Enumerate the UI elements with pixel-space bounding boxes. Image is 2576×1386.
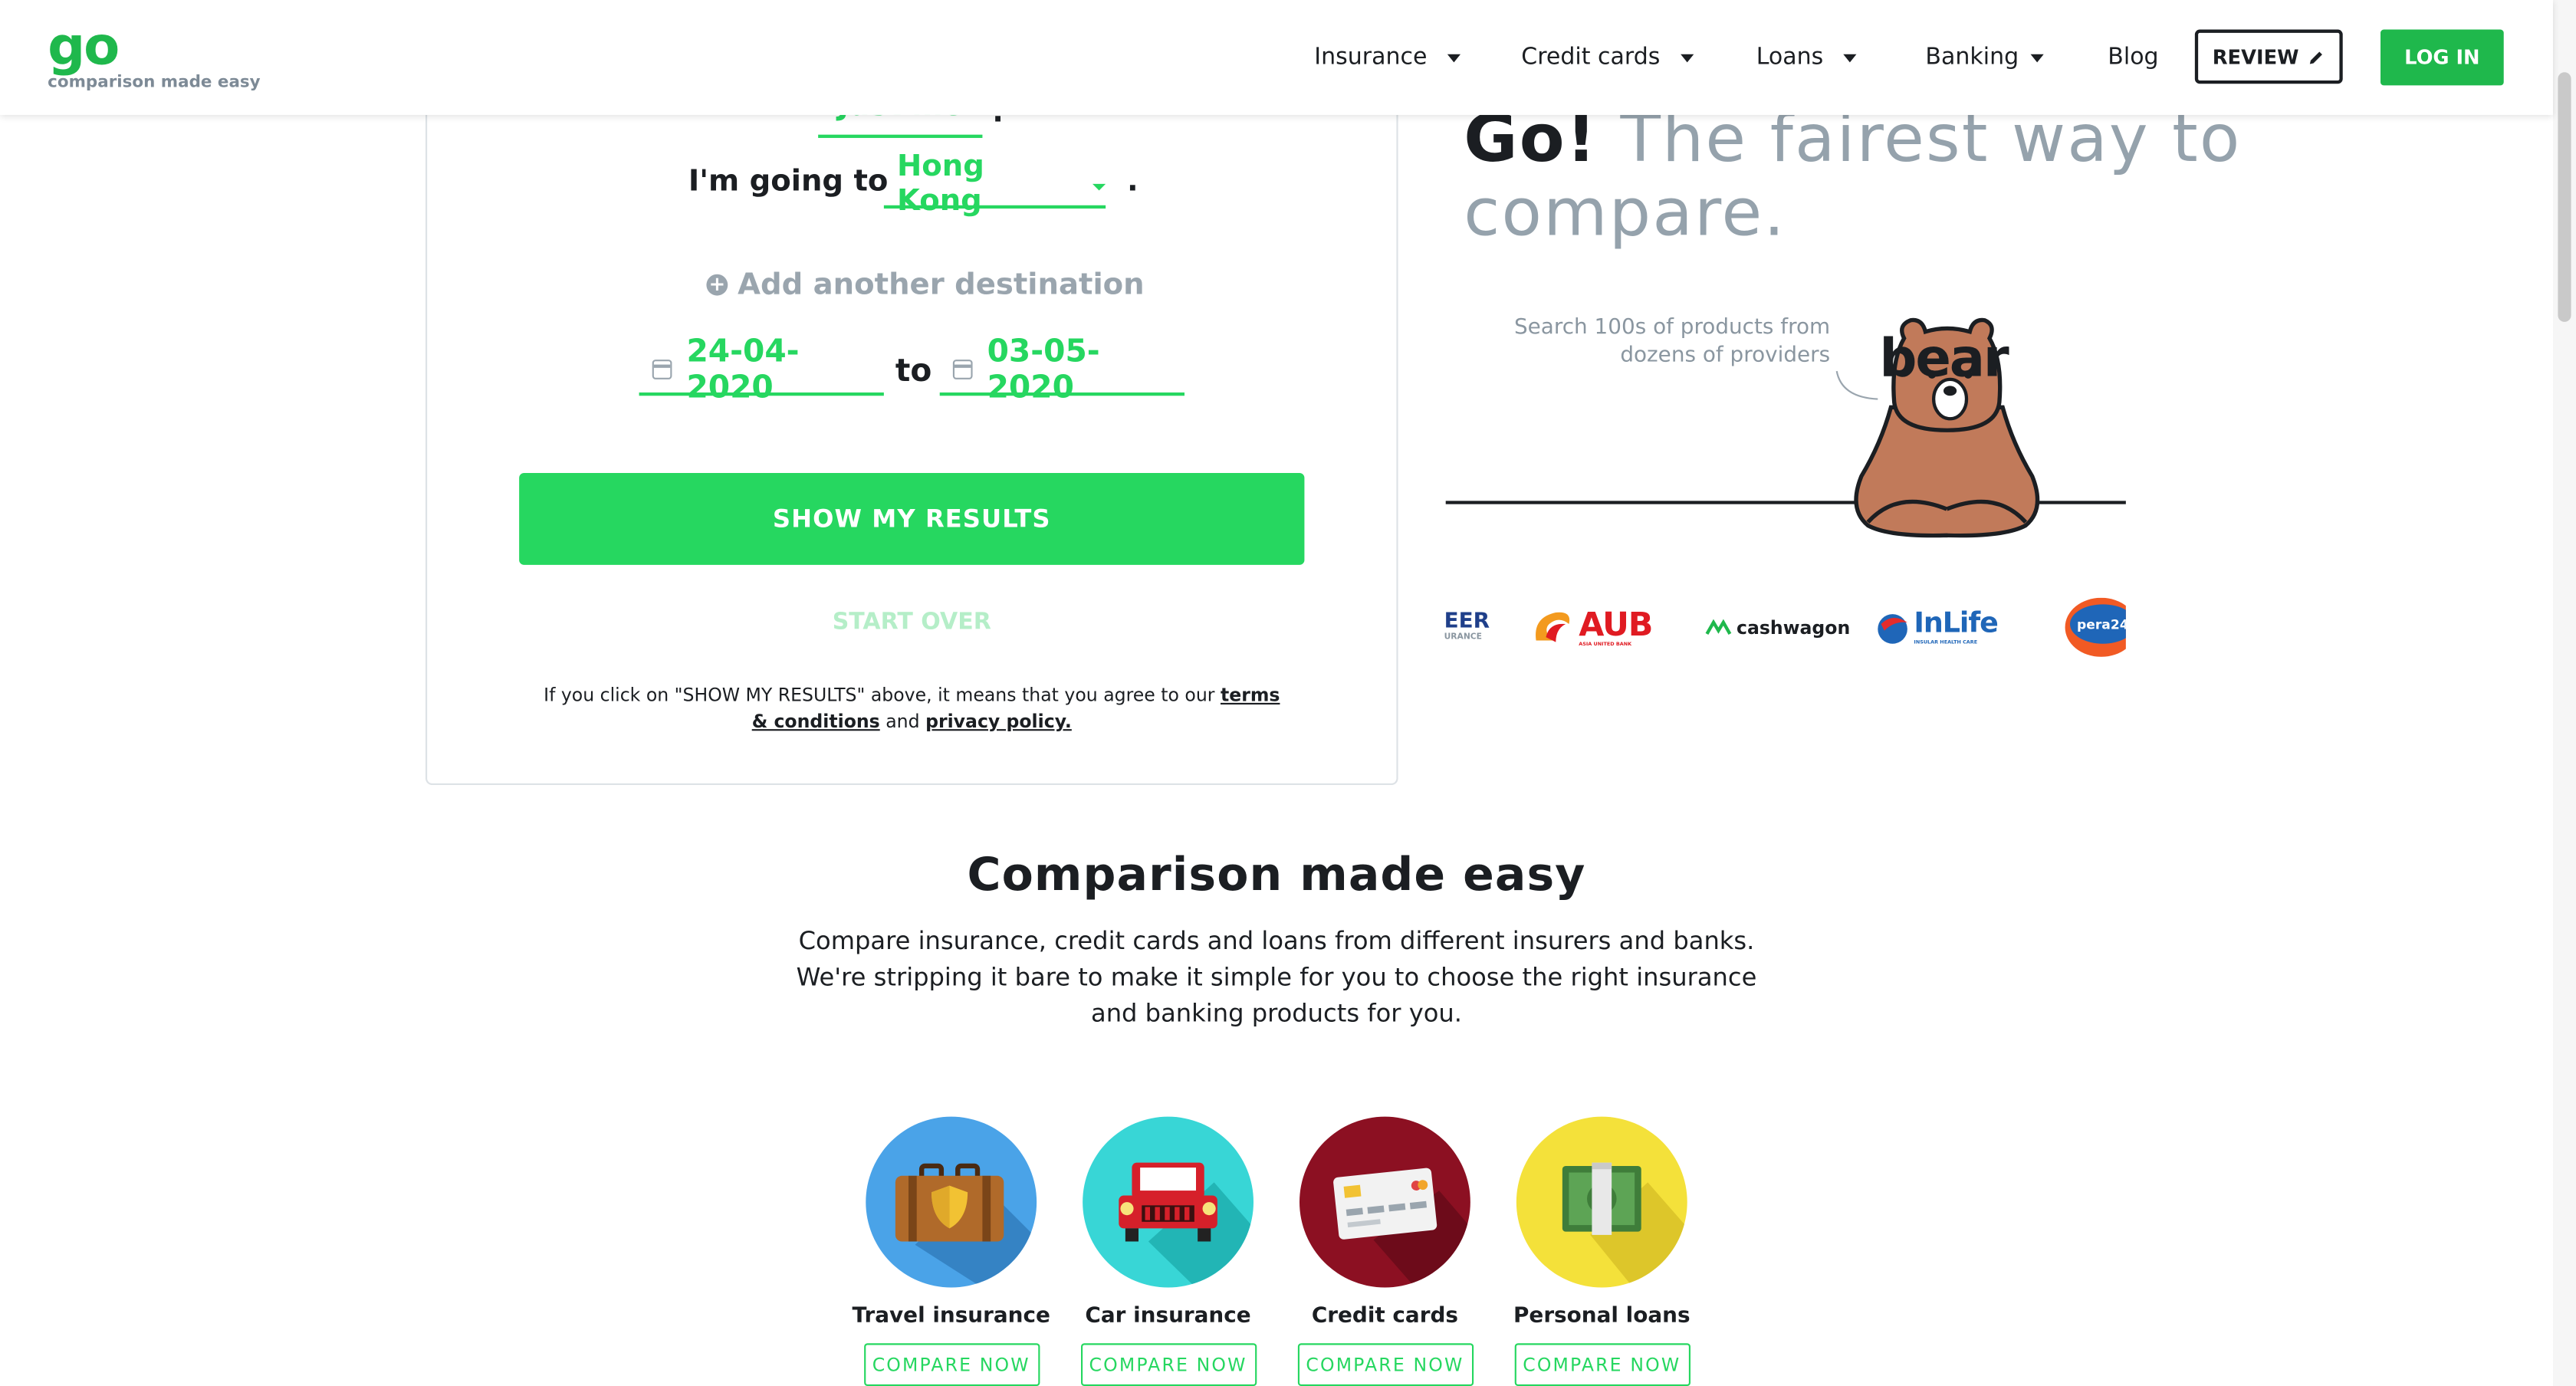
product-car-insurance: Car insurance COMPARE NOW — [1061, 1116, 1275, 1386]
credit-card-icon[interactable] — [1300, 1116, 1470, 1288]
add-destination-link[interactable]: + Add another destination — [706, 268, 1145, 303]
partner-cashwagon-text: cashwagon — [1737, 616, 1851, 639]
logo-tagline: comparison made easy — [48, 74, 261, 92]
review-button[interactable]: REVIEW — [2194, 29, 2343, 84]
departure-date-field[interactable]: 24-04-2020 — [639, 333, 884, 406]
nav-blog[interactable]: Blog — [2108, 44, 2158, 71]
show-results-label: SHOW MY RESULTS — [772, 504, 1051, 534]
compare-now-label: COMPARE NOW — [872, 1354, 1030, 1376]
inlife-globe-icon — [1878, 614, 1907, 644]
nav-insurance[interactable]: Insurance — [1314, 44, 1460, 71]
terms-prefix: If you click on "SHOW MY RESULTS" above,… — [544, 685, 1215, 707]
start-over-label: START OVER — [832, 609, 991, 636]
caret-down-icon — [1843, 53, 1857, 62]
caret-down-icon — [2030, 53, 2044, 62]
nav-banking-label: Banking — [1925, 44, 2019, 71]
caret-down-icon — [1680, 53, 1694, 62]
nav-credit-cards-label: Credit cards — [1521, 44, 1661, 71]
date-to-label: to — [895, 353, 932, 389]
caret-down-icon — [1092, 182, 1106, 190]
calendar-icon — [952, 360, 973, 379]
product-label: Personal loans — [1513, 1303, 1691, 1329]
compare-now-label: COMPARE NOW — [1089, 1354, 1247, 1376]
section-title: Comparison made easy — [967, 847, 1586, 902]
login-button[interactable]: LOG IN — [2380, 29, 2504, 86]
compare-now-button[interactable]: COMPARE NOW — [1296, 1343, 1474, 1386]
nav-banking[interactable]: Banking — [1925, 44, 2044, 71]
nav-loans[interactable]: Loans — [1756, 44, 1857, 71]
caret-down-icon — [1447, 53, 1460, 62]
nav-loans-label: Loans — [1756, 44, 1824, 71]
terms-notice: If you click on "SHOW MY RESULTS" above,… — [542, 683, 1281, 736]
compare-now-label: COMPARE NOW — [1523, 1354, 1681, 1376]
login-button-label: LOG IN — [2404, 45, 2480, 69]
partner-aub-text: AUB — [1579, 604, 1653, 644]
red-car-icon[interactable] — [1083, 1116, 1254, 1288]
nav-insurance-label: Insurance — [1314, 44, 1428, 71]
destination-select[interactable]: Hong Kong — [883, 149, 1106, 218]
section-description: Compare insurance, credit cards and loan… — [796, 926, 1757, 1029]
review-button-label: REVIEW — [2212, 44, 2299, 68]
return-date-field[interactable]: 03-05-2020 — [939, 333, 1184, 406]
travel-search-card — [426, 32, 1398, 785]
partner-aub-subtext: ASIA UNITED BANK — [1579, 640, 1632, 648]
nav-credit-cards[interactable]: Credit cards — [1521, 44, 1694, 71]
add-destination-label: Add another destination — [738, 268, 1145, 303]
going-to-label: I'm going to — [688, 164, 889, 199]
partner-logo-inlife: InLife INSULAR HEALTH CARE — [1875, 598, 1999, 657]
hero-subtitle: Search 100s of products from dozens of p… — [1513, 315, 1831, 368]
compare-now-button[interactable]: COMPARE NOW — [863, 1343, 1040, 1386]
departure-date-value: 24-04-2020 — [686, 333, 800, 406]
gobear-logo[interactable]: go bear comparison made easy — [48, 15, 2009, 387]
product-label: Credit cards — [1311, 1303, 1459, 1329]
compare-now-button[interactable]: COMPARE NOW — [1513, 1343, 1690, 1386]
privacy-link[interactable]: privacy policy. — [925, 711, 1072, 733]
suitcase-shield-icon[interactable] — [866, 1116, 1037, 1288]
sentence-period: . — [1127, 164, 1138, 199]
logo-go-text: go — [48, 15, 120, 77]
partner-logo-aub: AUB ASIA UNITED BANK — [1533, 598, 1653, 657]
partner-eer-subtext: URANCE — [1444, 632, 1482, 642]
product-travel-insurance: Travel insurance COMPARE NOW — [844, 1116, 1058, 1386]
partner-pera24-text: pera24 — [2076, 616, 2126, 632]
product-label: Travel insurance — [852, 1303, 1050, 1329]
pencil-icon — [2310, 51, 2323, 64]
cashwagon-mark-icon — [1705, 619, 1732, 635]
partner-inlife-subtext: INSULAR HEALTH CARE — [1914, 638, 1978, 645]
hero-title: Go! The fairest way to compare. — [1464, 103, 2576, 251]
partner-logo-pera24: pera24 — [2065, 597, 2126, 657]
aub-swirl-icon — [1536, 612, 1570, 642]
calendar-icon — [652, 360, 672, 379]
compare-now-button[interactable]: COMPARE NOW — [1079, 1343, 1257, 1386]
partner-logo-eer: EER URANCE — [1444, 598, 1490, 657]
product-label: Car insurance — [1085, 1303, 1251, 1329]
nav-blog-label: Blog — [2108, 44, 2159, 71]
show-results-button[interactable]: SHOW MY RESULTS — [519, 472, 1305, 565]
partner-inlife-text: InLife — [1914, 606, 1998, 640]
product-personal-loans: Personal loans COMPARE NOW — [1495, 1116, 1709, 1386]
return-date-value: 03-05-2020 — [987, 333, 1100, 406]
compare-now-label: COMPARE NOW — [1306, 1354, 1464, 1376]
partner-logos-strip: EER URANCE AUB ASIA UNITED BANK cashwago… — [1444, 597, 2126, 657]
plus-circle-icon: + — [706, 274, 728, 296]
top-header: go bear comparison made easy Insurance Cr… — [0, 0, 2553, 388]
terms-and: and — [886, 711, 920, 733]
destination-value: Hong Kong — [897, 149, 984, 218]
start-over-button[interactable]: START OVER — [519, 609, 1304, 636]
partner-eer-text: EER — [1444, 609, 1490, 634]
logo-bear-text: bear — [1879, 327, 2009, 389]
partner-logo-cashwagon: cashwagon — [1705, 598, 1850, 657]
cash-stack-icon[interactable] — [1516, 1116, 1687, 1288]
product-credit-cards: Credit cards COMPARE NOW — [1278, 1116, 1492, 1386]
